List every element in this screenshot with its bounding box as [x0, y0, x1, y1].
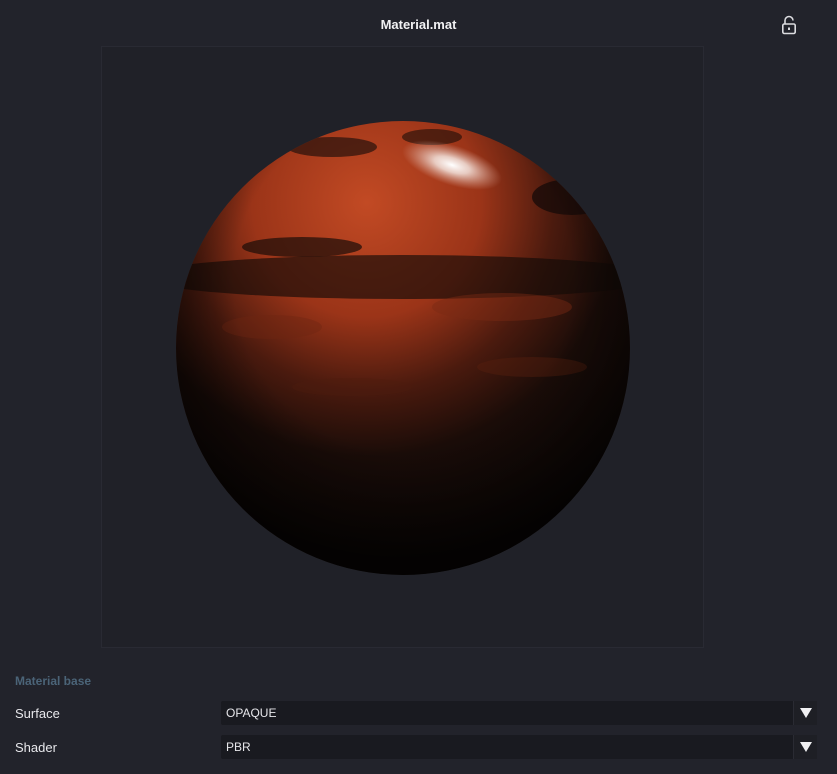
- triangle-down-icon: [800, 708, 812, 718]
- material-preview-viewport[interactable]: [101, 46, 704, 648]
- window-title: Material.mat: [380, 17, 457, 32]
- surface-dropdown[interactable]: OPAQUE: [221, 701, 817, 725]
- shader-label: Shader: [15, 740, 57, 755]
- rust-patches: [176, 121, 630, 575]
- surface-label: Surface: [15, 706, 60, 721]
- surface-dropdown-value: OPAQUE: [226, 706, 277, 720]
- section-header-material-base: Material base: [15, 674, 92, 688]
- shader-dropdown[interactable]: PBR: [221, 735, 817, 759]
- title-bar: Material.mat: [0, 0, 837, 50]
- surface-dropdown-toggle[interactable]: [793, 701, 817, 725]
- shader-dropdown-toggle[interactable]: [793, 735, 817, 759]
- unlocked-padlock-icon: [782, 15, 796, 35]
- triangle-down-icon: [800, 742, 812, 752]
- lock-toggle-button[interactable]: [778, 14, 800, 36]
- shader-dropdown-value: PBR: [226, 740, 251, 754]
- material-sphere-preview: [176, 121, 630, 575]
